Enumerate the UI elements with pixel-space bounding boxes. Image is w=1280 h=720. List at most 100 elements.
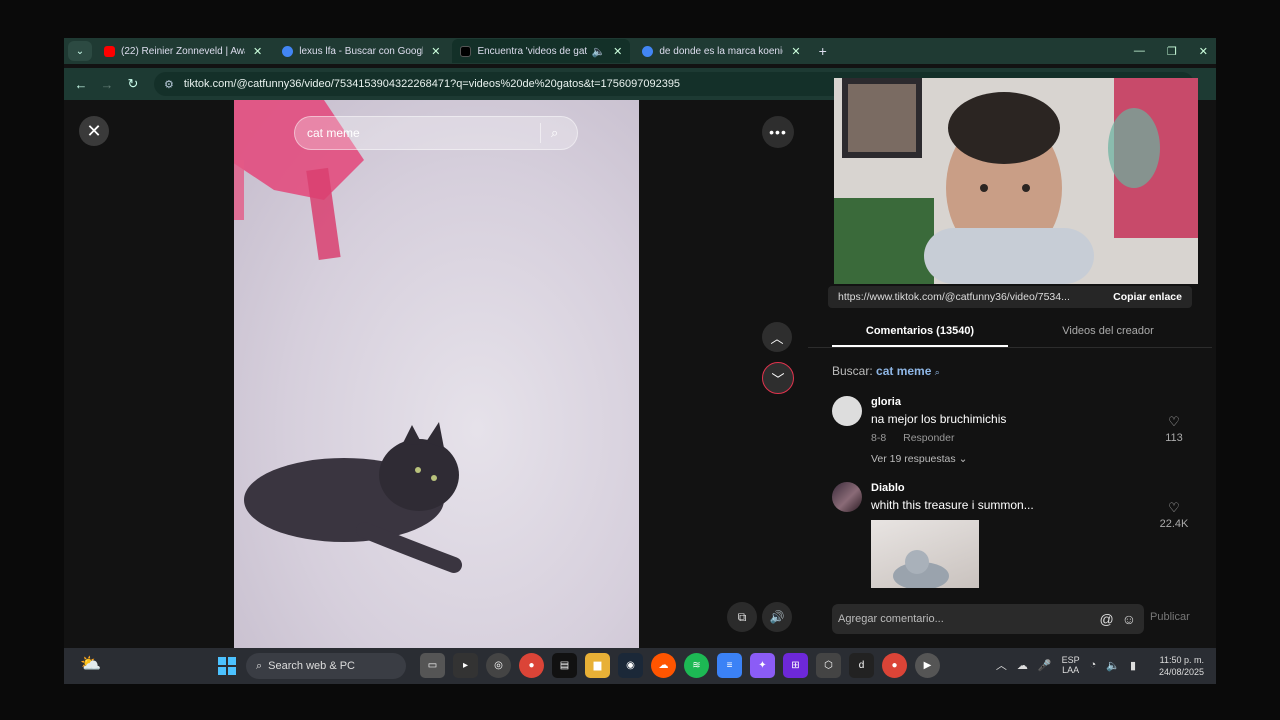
side-panel: https://www.tiktok.com/@catfunny36/video… bbox=[808, 78, 1212, 648]
previous-video-button[interactable]: ︿ bbox=[762, 322, 792, 352]
microphone-icon[interactable]: 🎤 bbox=[1038, 659, 1052, 672]
tab-title: lexus lfa - Buscar con Google bbox=[299, 45, 424, 57]
youtube-icon bbox=[104, 45, 115, 57]
soundcloud-icon[interactable]: ☁ bbox=[651, 653, 676, 678]
copy-link-button[interactable]: Copiar enlace bbox=[1113, 291, 1182, 303]
panel-tabs: Comentarios (13540) Videos del creador bbox=[808, 322, 1212, 348]
language-layout: LAA bbox=[1062, 665, 1080, 675]
tab-tiktok[interactable]: Encuentra 'videos de gatos' 🔈 ✕ bbox=[452, 39, 631, 63]
restore-icon[interactable]: ❐ bbox=[1167, 45, 1177, 58]
live-icon[interactable]: ▸ bbox=[453, 653, 478, 678]
search-prefix: Buscar: bbox=[832, 364, 873, 378]
system-tray: ︿ ☁ 🎤 ESP LAA ◔ 🔈 ▮ bbox=[996, 655, 1136, 675]
comment-text: na mejor los bruchimichis bbox=[871, 412, 1007, 426]
notes-icon[interactable]: ≡ bbox=[717, 653, 742, 678]
like-button[interactable]: ♡ 113 bbox=[1154, 414, 1194, 444]
forward-icon[interactable]: → bbox=[94, 77, 120, 92]
file-explorer-icon[interactable]: ▆ bbox=[585, 653, 610, 678]
comment-image[interactable] bbox=[871, 520, 979, 588]
chrome-icon[interactable]: ● bbox=[519, 653, 544, 678]
terminal-icon[interactable]: ▤ bbox=[552, 653, 577, 678]
language-indicator[interactable]: ESP LAA bbox=[1062, 655, 1080, 675]
close-tab-icon[interactable]: ✕ bbox=[431, 45, 440, 58]
black-cat-image bbox=[244, 422, 462, 573]
back-icon[interactable]: ← bbox=[68, 77, 94, 92]
comment-username[interactable]: Diablo bbox=[871, 482, 905, 494]
steam-icon[interactable]: ◉ bbox=[618, 653, 643, 678]
search-icon[interactable]: ⌕ bbox=[551, 125, 577, 141]
next-video-button[interactable]: ﹀ bbox=[762, 362, 794, 394]
mention-icon[interactable]: @ bbox=[1099, 611, 1113, 627]
tab-search-button[interactable]: ⌄ bbox=[68, 41, 92, 61]
close-tab-icon[interactable]: ✕ bbox=[613, 45, 622, 58]
media-player-icon[interactable]: ▶ bbox=[915, 653, 940, 678]
reload-icon[interactable]: ↻ bbox=[120, 76, 146, 92]
taskbar-search-label: Search web & PC bbox=[268, 660, 355, 672]
weather-icon[interactable]: ⛅ bbox=[80, 654, 101, 674]
share-link[interactable]: https://www.tiktok.com/@catfunny36/video… bbox=[838, 291, 1113, 303]
search-icon: ⌕ bbox=[256, 659, 263, 672]
tab-google-koenigsegg[interactable]: de donde es la marca koenigsegg ✕ bbox=[634, 39, 808, 63]
chrome-active-icon[interactable]: ● bbox=[882, 653, 907, 678]
browser-window: ⌄ (22) Reinier Zonneveld | Awaken ✕ lexu… bbox=[64, 38, 1216, 684]
search-term: cat meme bbox=[876, 364, 932, 378]
emoji-icon[interactable]: ☺ bbox=[1122, 611, 1136, 627]
copilot-icon[interactable]: ✦ bbox=[750, 653, 775, 678]
comment-text: whith this treasure i summon... bbox=[871, 498, 1034, 512]
reply-button[interactable]: Responder bbox=[903, 432, 954, 444]
comment-input[interactable]: Agregar comentario... @ ☺ bbox=[832, 604, 1144, 634]
tab-bar: ⌄ (22) Reinier Zonneveld | Awaken ✕ lexu… bbox=[64, 38, 1216, 64]
search-suggestion[interactable]: Buscar: cat meme ⌕ bbox=[832, 364, 940, 378]
close-window-icon[interactable]: ✕ bbox=[1199, 45, 1208, 58]
volume-icon[interactable]: 🔈 bbox=[1106, 659, 1120, 672]
settings-icon[interactable]: ⬡ bbox=[816, 653, 841, 678]
minimize-icon[interactable]: — bbox=[1134, 45, 1145, 57]
cat-thumbnail bbox=[893, 550, 949, 588]
like-count: 22.4K bbox=[1159, 518, 1189, 530]
comment-placeholder: Agregar comentario... bbox=[838, 613, 944, 625]
close-tab-icon[interactable]: ✕ bbox=[791, 45, 800, 58]
close-video-button[interactable]: ✕ bbox=[79, 116, 109, 146]
battery-icon[interactable]: ▮ bbox=[1130, 659, 1136, 672]
new-tab-button[interactable]: + bbox=[819, 43, 827, 59]
floating-player-icon[interactable]: ⧉ bbox=[727, 602, 757, 632]
video-player[interactable]: cat meme ⌕ bbox=[234, 100, 639, 648]
tab-youtube[interactable]: (22) Reinier Zonneveld | Awaken ✕ bbox=[96, 39, 270, 63]
taskbar-search[interactable]: ⌕ Search web & PC bbox=[246, 653, 406, 679]
view-replies-button[interactable]: Ver 19 respuestas ⌄ bbox=[871, 453, 967, 465]
obs-icon[interactable]: ◎ bbox=[486, 653, 511, 678]
chevron-up-icon[interactable]: ︿ bbox=[996, 657, 1007, 673]
avatar[interactable] bbox=[832, 396, 862, 426]
like-button[interactable]: ♡ 22.4K bbox=[1154, 500, 1194, 530]
task-view-icon[interactable]: ▭ bbox=[420, 653, 445, 678]
tab-google-lexus[interactable]: lexus lfa - Buscar con Google ✕ bbox=[274, 39, 448, 63]
language-code: ESP bbox=[1061, 655, 1080, 665]
tab-creator-videos[interactable]: Videos del creador bbox=[1008, 322, 1208, 347]
cloud-icon[interactable]: ☁ bbox=[1017, 659, 1028, 672]
spotify-icon[interactable]: ≋ bbox=[684, 653, 709, 678]
site-info-icon[interactable]: ⚙ bbox=[164, 78, 174, 91]
avatar[interactable] bbox=[832, 482, 862, 512]
close-tab-icon[interactable]: ✕ bbox=[253, 45, 262, 58]
window-controls: — ❐ ✕ bbox=[1134, 38, 1208, 64]
start-icon[interactable] bbox=[218, 657, 236, 675]
like-count: 113 bbox=[1165, 432, 1183, 444]
more-options-button[interactable]: ••• bbox=[762, 116, 794, 148]
comment-username[interactable]: gloria bbox=[871, 396, 901, 408]
app-icon[interactable]: ⊞ bbox=[783, 653, 808, 678]
tab-comments[interactable]: Comentarios (13540) bbox=[832, 322, 1008, 347]
tab-title: Encuentra 'videos de gatos' bbox=[477, 45, 588, 57]
volume-icon[interactable]: 🔊 bbox=[762, 602, 792, 632]
google-icon bbox=[282, 45, 294, 57]
tiktok-icon bbox=[460, 45, 472, 57]
speaker-icon[interactable]: 🔈 bbox=[591, 45, 605, 58]
clock[interactable]: 11:50 p. m. 24/08/2025 bbox=[1159, 654, 1204, 678]
wifi-icon[interactable]: ◔ bbox=[1090, 659, 1097, 671]
time: 11:50 p. m. bbox=[1159, 655, 1204, 665]
davinci-icon[interactable]: d bbox=[849, 653, 874, 678]
video-search-box[interactable]: cat meme ⌕ bbox=[294, 116, 578, 150]
tab-title: de donde es la marca koenigsegg bbox=[659, 45, 783, 57]
divider bbox=[540, 123, 541, 143]
publish-button[interactable]: Publicar bbox=[1150, 611, 1190, 623]
date: 24/08/2025 bbox=[1158, 667, 1204, 677]
